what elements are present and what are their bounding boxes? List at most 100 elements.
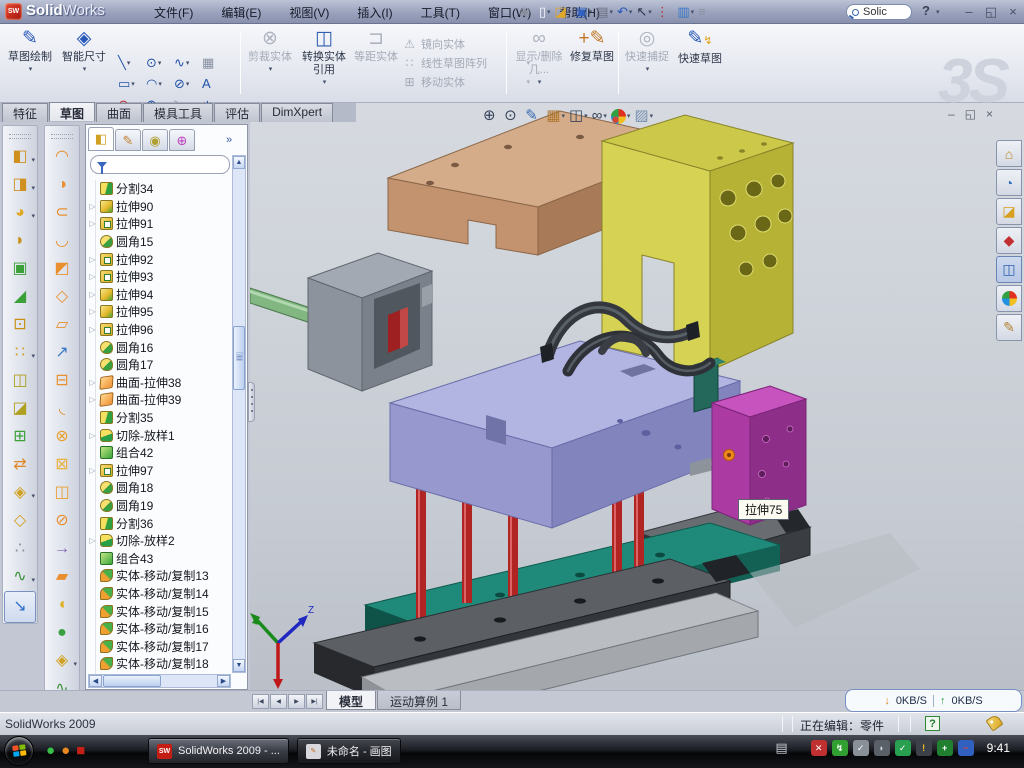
toolbar-button[interactable]: ⊠▾ xyxy=(46,451,78,479)
tree-item[interactable]: ▷ 实体-移动/复制16 xyxy=(88,620,232,638)
sketch-entity-button[interactable]: A▾ xyxy=(202,73,230,94)
custom-properties-tab[interactable]: ✎ xyxy=(996,314,1022,341)
doc-restore-button[interactable]: ◱ xyxy=(965,107,976,121)
tree-item[interactable]: ▷ 分割36 xyxy=(88,514,232,532)
toolbar-button[interactable]: ◫▾ xyxy=(46,479,78,507)
dropdown-arrow-icon[interactable]: ▾ xyxy=(31,576,35,584)
dropdown-arrow-icon[interactable]: ▾ xyxy=(131,80,135,88)
toolbar-button[interactable]: ∿▾ xyxy=(4,563,36,591)
dropdown-arrow-icon[interactable]: ▾ xyxy=(547,8,551,16)
shield-lightning-icon[interactable]: ↯ xyxy=(832,740,848,756)
toolbar-button[interactable]: →▾ xyxy=(46,535,78,563)
tree-item[interactable]: ▷ 拉伸91 xyxy=(88,215,232,233)
dropdown-arrow-icon[interactable]: ▾ xyxy=(627,112,631,120)
first-tab-button[interactable]: |◀ xyxy=(252,694,269,709)
dropdown-arrow-icon[interactable]: ▾ xyxy=(186,59,190,67)
dropdown-arrow-icon[interactable]: ▾ xyxy=(158,80,162,88)
toolbar-button[interactable]: ◖▾ xyxy=(46,591,78,619)
trim-entities-button[interactable]: ⊗ 剪裁实体 ▾ xyxy=(246,27,294,99)
toolbar-button[interactable]: ↗▾ xyxy=(46,339,78,367)
tree-item[interactable]: ▷ 分割34 xyxy=(88,180,232,198)
convert-entities-button[interactable]: ◫ 转换实体引用 ▾ xyxy=(298,27,350,99)
tree-item[interactable]: ▷ 切除-放样1 xyxy=(88,426,232,444)
expand-arrow-icon[interactable]: ▷ xyxy=(88,202,97,211)
toolbar-button[interactable]: ◩▾ xyxy=(46,255,78,283)
tree-item[interactable]: ▷ 拉伸96 xyxy=(88,321,232,339)
toolbar-button[interactable]: ∷▾ xyxy=(4,339,36,367)
tree-item[interactable]: ▷ 圆角16 xyxy=(88,338,232,356)
toolbar-button[interactable]: ∴▾ xyxy=(4,535,36,563)
tree-item[interactable]: ▷ 实体-移动/复制17 xyxy=(88,637,232,655)
tree-item[interactable]: ▷ 曲面-拉伸38 xyxy=(88,374,232,392)
configurationmanager-tab[interactable]: ◉ xyxy=(142,129,168,151)
toolbar-button[interactable]: ◢▾ xyxy=(4,283,36,311)
dropdown-arrow-icon[interactable]: ▾ xyxy=(650,112,654,120)
dropdown-arrow-icon[interactable]: ▾ xyxy=(158,59,162,67)
dropdown-arrow-icon[interactable]: ▾ xyxy=(629,8,633,16)
toolbar-button[interactable]: ≡▾ xyxy=(697,2,711,22)
doc-close-button[interactable]: × xyxy=(986,107,993,121)
scrollbar-thumb[interactable] xyxy=(103,675,161,687)
expand-arrow-icon[interactable]: ▷ xyxy=(88,431,97,440)
prev-tab-button[interactable]: ◀ xyxy=(270,694,287,709)
tree-item[interactable]: ▷ 切除-放样2 xyxy=(88,532,232,550)
quick-tips-icon[interactable]: ? xyxy=(925,716,940,731)
help-button[interactable]: ? xyxy=(922,3,930,18)
linear-sketch-pattern-button[interactable]: ∷ 线性草图阵列 ▾ xyxy=(402,53,530,72)
scroll-left-icon[interactable]: ◀ xyxy=(89,675,102,687)
tree-item[interactable]: ▷ 拉伸94 xyxy=(88,286,232,304)
expand-arrow-icon[interactable]: ▷ xyxy=(88,219,97,228)
toolbar-button[interactable]: ↘▾ xyxy=(4,591,36,623)
gear-check-icon[interactable]: ✓ xyxy=(853,740,869,756)
toolbar-button[interactable]: ⊂▾ xyxy=(46,199,78,227)
toolbar-button[interactable]: ▰▾ xyxy=(46,563,78,591)
sketch-entity-button[interactable]: ⊘▾ xyxy=(174,73,202,94)
offset-entities-button[interactable]: ⊐ 等距实体 xyxy=(354,27,398,99)
sketch-entity-button[interactable]: ╲▾ xyxy=(118,52,146,73)
toolbar-button[interactable]: ◑▾ xyxy=(46,171,78,199)
sketch-button[interactable]: ✎ 草图绘制 ▾ xyxy=(6,27,54,99)
tree-horizontal-scrollbar[interactable]: ◀ ▶ xyxy=(88,674,231,688)
menu-item[interactable]: 视图(V) xyxy=(275,4,343,21)
document-tab[interactable]: 模型 xyxy=(326,691,376,710)
taskbar-task-button[interactable]: ✎ 未命名 - 画图 xyxy=(297,738,401,764)
toolbar-button[interactable]: ◪▾ xyxy=(554,2,573,22)
view-tool-button[interactable]: ●▾ xyxy=(611,109,631,124)
toolbar-button[interactable]: ◟▾ xyxy=(46,395,78,423)
toolbar-button[interactable]: ▱▾ xyxy=(46,311,78,339)
dropdown-arrow-icon[interactable]: ▾ xyxy=(31,156,35,164)
menu-item[interactable]: 编辑(E) xyxy=(207,4,275,21)
view-tool-button[interactable]: ▨▾ xyxy=(634,105,653,127)
tree-item[interactable]: ▷ 拉伸92 xyxy=(88,250,232,268)
toolbar-button[interactable]: ◪▾ xyxy=(4,395,36,423)
dropdown-arrow-icon[interactable]: ▾ xyxy=(186,80,190,88)
taskbar-task-button[interactable]: SW SolidWorks 2009 - ... xyxy=(148,738,289,764)
tree-item[interactable]: ▷ 拉伸90 xyxy=(88,198,232,216)
taskbar-clock[interactable]: 9:41 xyxy=(987,741,1010,755)
sync-icon[interactable]: ✓ xyxy=(895,740,911,756)
toolbar-button[interactable]: ▯▾ xyxy=(538,2,552,22)
last-tab-button[interactable]: ▶| xyxy=(306,694,323,709)
view-tool-button[interactable]: ⊕▾ xyxy=(483,105,500,127)
dropdown-arrow-icon[interactable]: ▾ xyxy=(31,352,35,360)
restore-button[interactable]: ◱ xyxy=(984,3,998,20)
toolbar-button[interactable]: ◈▾ xyxy=(4,479,36,507)
ribbon-tab[interactable]: 曲面 xyxy=(96,103,142,122)
dropdown-arrow-icon[interactable]: ▾ xyxy=(609,8,613,16)
document-tab[interactable]: 运动算例 1 xyxy=(377,691,461,710)
dropdown-arrow-icon[interactable]: ▾ xyxy=(31,492,35,500)
view-tool-button[interactable]: ▦▾ xyxy=(546,105,565,127)
rapid-sketch-button[interactable]: ✎↯ 快速草图 xyxy=(676,27,724,99)
toolbar-button[interactable]: ↶▾ xyxy=(616,2,633,22)
tree-item[interactable]: ▷ 拉伸93 xyxy=(88,268,232,286)
search-box[interactable]: Solic xyxy=(846,4,912,20)
toolbar-button[interactable]: ⇄▾ xyxy=(4,451,36,479)
ribbon-tab[interactable]: 模具工具 xyxy=(143,103,213,122)
start-button[interactable] xyxy=(4,736,34,766)
view-tool-button[interactable]: ⊙▾ xyxy=(504,105,521,127)
toolbar-button[interactable]: ◉▾ xyxy=(518,2,536,22)
tree-item[interactable]: ▷ 圆角17 xyxy=(88,356,232,374)
dropdown-arrow-icon[interactable]: ▾ xyxy=(61,65,108,73)
scroll-right-icon[interactable]: ▶ xyxy=(217,675,230,687)
tree-item[interactable]: ▷ 圆角18 xyxy=(88,479,232,497)
